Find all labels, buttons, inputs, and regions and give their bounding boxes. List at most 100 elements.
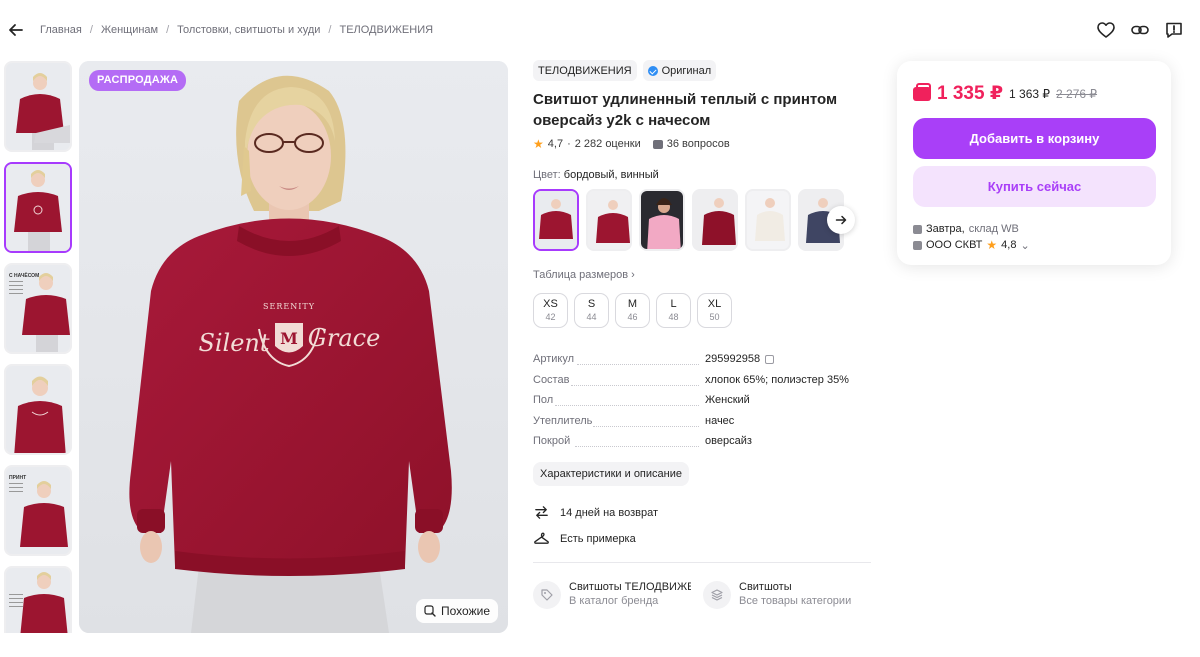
brand-chip[interactable]: ТЕЛОДВИЖЕНИЯ — [533, 60, 637, 81]
spec-row: Артикул 295992958 — [533, 348, 869, 368]
thumbnail-1[interactable] — [4, 61, 72, 152]
chevron-down-icon: ⌄ — [1020, 239, 1030, 252]
breadcrumb-item-women[interactable]: Женщинам — [101, 24, 158, 36]
size-ru: 46 — [627, 312, 638, 322]
thumbnail-bullets — [9, 281, 23, 297]
spec-value: начес — [705, 414, 735, 427]
breadcrumb-separator: / — [166, 24, 170, 36]
print-text-top: SERENITY — [263, 302, 315, 311]
feature-fitting: Есть примерка — [533, 526, 873, 552]
breadcrumb-item-brand[interactable]: ТЕЛОДВИЖЕНИЯ — [339, 24, 433, 36]
size-option[interactable]: M 46 — [615, 293, 650, 328]
feature-return-label: 14 дней на возврат — [560, 506, 658, 519]
star-icon: ★ — [986, 238, 998, 252]
buy-panel: 1 335 ₽ 1 363 ₽ 2 276 ₽ Добавить в корзи… — [897, 61, 1171, 265]
original-badge[interactable]: Оригинал — [642, 60, 717, 81]
breadcrumb-item-home[interactable]: Главная — [40, 24, 82, 36]
brand-name: ТЕЛОДВИЖЕНИЯ — [538, 64, 632, 77]
spec-value: Женский — [705, 394, 750, 407]
size-ru: 44 — [586, 312, 597, 322]
svg-text:M: M — [280, 329, 298, 348]
print-text-right: Grace — [308, 324, 381, 352]
link-icon[interactable] — [1130, 20, 1150, 40]
color-swatch-2[interactable] — [586, 189, 632, 251]
catalog-links: Свитшоты ТЕЛОДВИЖЕНИЯ В каталог бренда С… — [533, 580, 873, 609]
thumbnail-4[interactable] — [4, 364, 72, 455]
heart-icon[interactable] — [1096, 20, 1116, 40]
size-label: XL — [707, 298, 722, 310]
brand-catalog-title: Свитшоты ТЕЛОДВИЖЕНИЯ — [569, 580, 691, 593]
size-option[interactable]: S 44 — [574, 293, 609, 328]
product-info: ТЕЛОДВИЖЕНИЯ Оригинал Свитшот удлиненный… — [533, 60, 873, 609]
spec-value: оверсайз — [705, 434, 752, 447]
swatch-image — [535, 191, 577, 249]
thumbnail-bullets — [9, 483, 23, 495]
color-swatches — [533, 189, 873, 251]
questions-count[interactable]: 36 вопросов — [667, 138, 730, 150]
back-arrow-icon[interactable] — [6, 20, 26, 40]
swatches-next-button[interactable] — [827, 206, 855, 234]
spec-row: Покрой оверсайз — [533, 430, 869, 450]
main-product-image[interactable]: M SERENITY Silent Grace РАСПРОДАЖА Похож… — [79, 61, 508, 633]
color-swatch-3[interactable] — [639, 189, 685, 251]
color-label-value: бордовый, винный — [563, 169, 659, 181]
seller-name: ООО СКВТ — [926, 239, 983, 251]
size-ru: 48 — [668, 312, 679, 322]
seller-rating: 4,8 — [1001, 239, 1017, 251]
thumbnail-caption: ПРИНТ — [9, 475, 27, 481]
swatch-image — [588, 191, 630, 249]
size-option[interactable]: XL 50 — [697, 293, 732, 328]
thumbnail-strip: С НАЧЁСОМ ПРИНТ — [4, 61, 73, 633]
spec-key: Покрой — [533, 435, 705, 450]
size-ru: 42 — [545, 312, 556, 322]
reviews-count[interactable]: 2 282 оценки — [575, 138, 641, 150]
delivery-row: Завтра, склад WB — [913, 221, 1030, 237]
color-swatch-4[interactable] — [692, 189, 738, 251]
thumbnail-6[interactable] — [4, 566, 72, 633]
similar-products-button[interactable]: Похожие — [416, 599, 498, 623]
category-link[interactable]: Свитшоты Все товары категории — [703, 580, 861, 609]
thumbnail-5[interactable]: ПРИНТ — [4, 465, 72, 556]
product-title: Свитшот удлиненный теплый с принтом овер… — [533, 91, 838, 129]
rating-value[interactable]: 4,7 — [548, 138, 563, 150]
star-icon: ★ — [533, 137, 544, 151]
spec-key: Артикул — [533, 353, 705, 368]
buy-now-button[interactable]: Купить сейчас — [913, 166, 1156, 207]
thumbnail-3[interactable]: С НАЧЁСОМ — [4, 263, 72, 354]
size-option[interactable]: L 48 — [656, 293, 691, 328]
top-actions — [1096, 20, 1184, 40]
price-current: 1 335 ₽ — [937, 83, 1004, 104]
report-icon[interactable] — [1164, 20, 1184, 40]
size-label: XS — [543, 298, 558, 310]
breadcrumb-item-category[interactable]: Толстовки, свитшоты и худи — [177, 24, 320, 36]
thumbnail-2[interactable] — [4, 162, 72, 253]
price-without-wallet: 1 363 ₽ — [1009, 86, 1051, 101]
brand-row: ТЕЛОДВИЖЕНИЯ Оригинал — [533, 60, 873, 81]
feature-return: 14 дней на возврат — [533, 500, 873, 526]
sale-badge: РАСПРОДАЖА — [89, 70, 187, 91]
size-option[interactable]: XS 42 — [533, 293, 568, 328]
add-to-cart-button[interactable]: Добавить в корзину — [913, 118, 1156, 159]
article-number: 295992958 — [705, 353, 761, 366]
delivery-where: склад WB — [968, 223, 1019, 235]
similar-products-label: Похожие — [441, 604, 490, 618]
brand-catalog-link[interactable]: Свитшоты ТЕЛОДВИЖЕНИЯ В каталог бренда — [533, 580, 691, 609]
description-button[interactable]: Характеристики и описание — [533, 461, 689, 486]
verified-check-icon — [647, 65, 658, 76]
brand-catalog-text: Свитшоты ТЕЛОДВИЖЕНИЯ В каталог бренда — [569, 581, 691, 607]
delivery-info: Завтра, склад WB ООО СКВТ ★ 4,8 ⌄ — [913, 221, 1030, 253]
color-swatch-burgundy[interactable] — [533, 189, 579, 251]
copy-icon[interactable] — [765, 354, 775, 364]
thumbnail-caption: С НАЧЁСОМ — [9, 273, 40, 279]
color-swatch-5[interactable] — [745, 189, 791, 251]
seller-row[interactable]: ООО СКВТ ★ 4,8 ⌄ — [913, 237, 1030, 253]
size-label: M — [627, 298, 638, 310]
thumbnail-image — [6, 164, 70, 251]
size-table-link[interactable]: Таблица размеров › — [533, 269, 635, 281]
category-subtitle: Все товары категории — [739, 594, 852, 607]
brand-catalog-subtitle: В каталог бренда — [569, 594, 659, 607]
spec-row: Утеплитель начес — [533, 409, 869, 429]
thumbnail-image — [6, 366, 70, 453]
spec-key: Пол — [533, 394, 705, 409]
top-bar: Главная / Женщинам / Толстовки, свитшоты… — [0, 0, 1200, 60]
